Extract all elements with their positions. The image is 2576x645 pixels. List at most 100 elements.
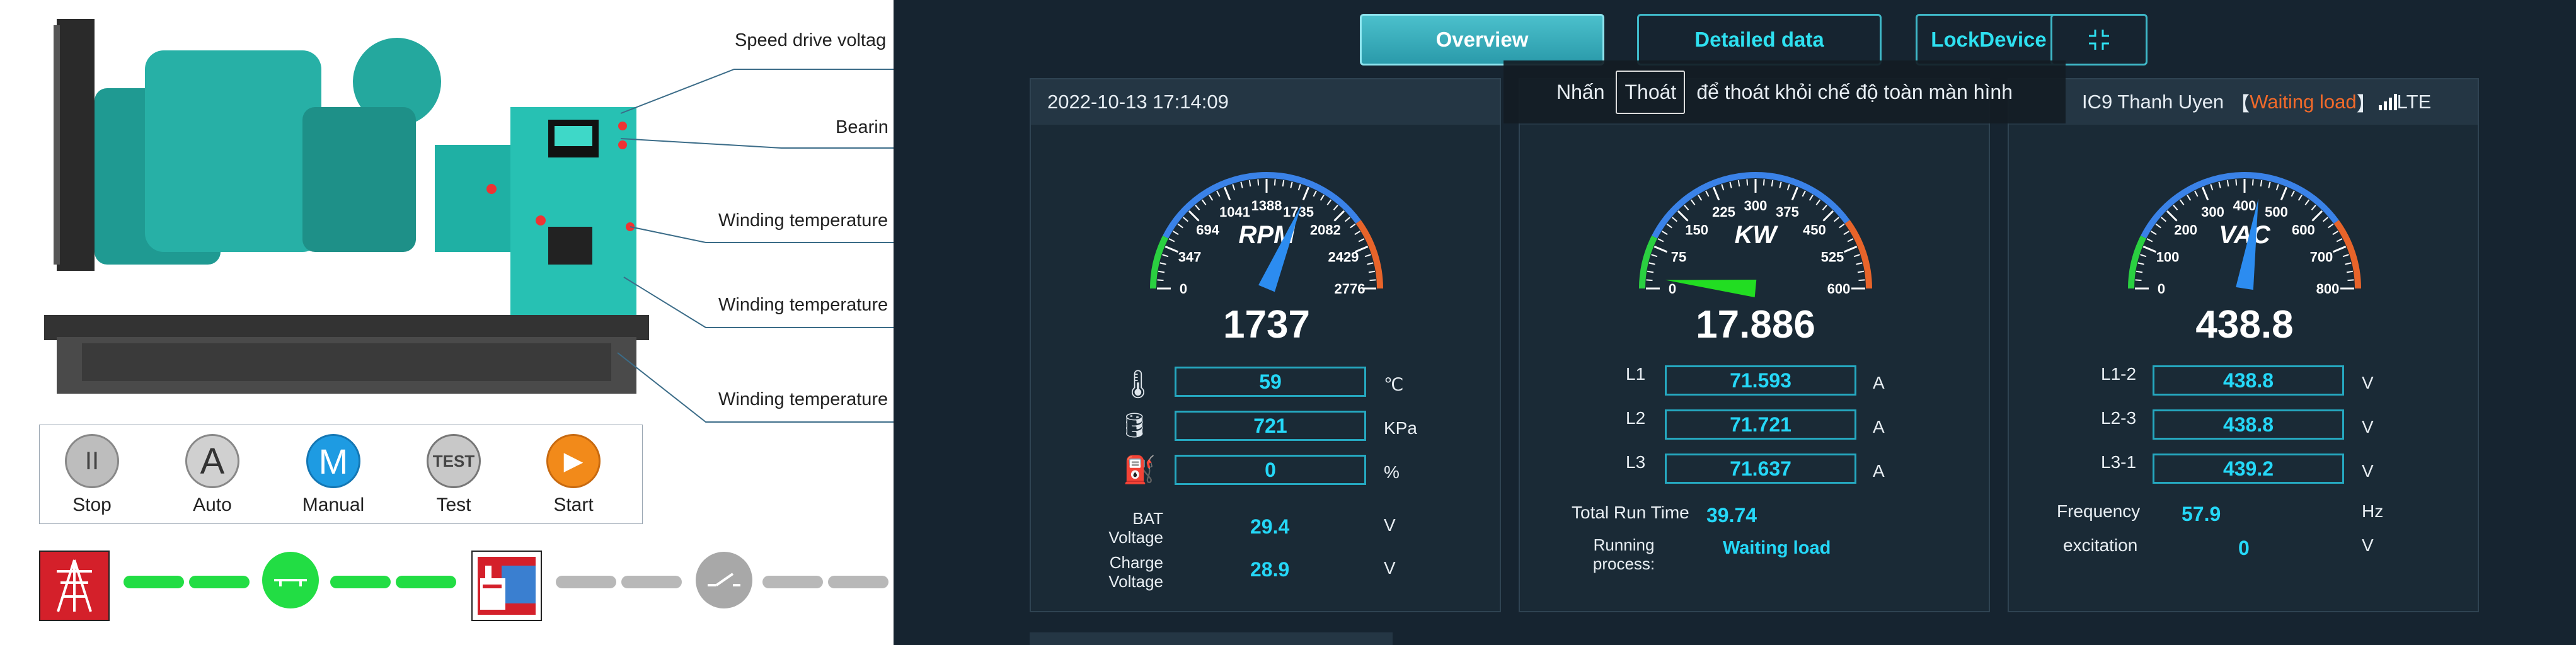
gauge-tick [2332,246,2347,253]
gauge-tick [1216,190,1221,197]
bottom-panel-edge [1030,632,1393,645]
running-label-line1: Running [1593,535,1655,554]
gauge-tick [2311,205,2316,210]
gauge-tick-label: 75 [1671,249,1686,265]
current-l3-unit: A [1873,461,1885,481]
gauge-tick [1162,254,1169,258]
fuel-icon: ⛽ [1123,455,1156,484]
running-process-value: Waiting load [1723,538,1831,558]
factory-icon [471,551,542,621]
gauge-tick [1364,254,1371,258]
gauge-tick [1822,210,1834,222]
pause-icon: II [65,434,119,488]
label-winding-temperature-1: Winding temperature [718,210,888,231]
bat-label-line1: BAT [1132,509,1163,528]
oil-pressure-icon: 🛢 [1119,413,1150,439]
manual-button[interactable]: M Manual [286,434,381,516]
gauge-tick [1358,238,1365,243]
coolant-temp-unit: ℃ [1384,375,1404,394]
gauge-tick [1802,190,1806,197]
voltage-l31-unit: V [2362,461,2374,481]
rpm-gauge: 0347694104113881735208224292776RPM1737 [1150,172,1383,346]
gauge-tick [1201,199,1207,205]
play-icon: ▶ [546,434,601,488]
voltage-l12-value: 438.8 [2153,365,2344,396]
auto-icon: A [185,434,239,488]
gauge-tick [2336,238,2343,243]
site-name: IC9 Thanh Uyen [2082,91,2224,113]
label-speed-drive-voltage: Speed drive voltag [735,30,887,50]
gen-line-segment [762,576,823,588]
gauge-tick [1657,238,1664,243]
gauge-tick [1713,186,1720,201]
gauge-tick-label: 600 [2292,222,2315,238]
voltage-l23-unit: V [2362,417,2374,437]
gauge-tick [1651,254,1658,258]
tab-overview[interactable]: Overview [1360,14,1604,66]
gauge-tick [1843,246,1858,253]
start-button[interactable]: ▶ Start [526,434,621,516]
gauge-tick [1737,180,1740,187]
gauge-tick [1240,181,1243,188]
auto-button[interactable]: A Auto [165,434,260,516]
gauge-tick [1839,223,1845,229]
voltage-l12-unit: V [2362,373,2374,392]
gauge-tick [2332,231,2338,236]
bat-voltage-unit: V [1384,515,1396,535]
exit-fullscreen-button[interactable] [2050,14,2148,66]
gauge-tick-label: 694 [1196,222,1219,238]
grid-line-segment [330,576,391,588]
current-l3-label: L3 [1626,452,1646,472]
gauge-tick [2137,262,2144,265]
gauge-tick [2346,270,2354,273]
gauge-tick [2275,184,2279,191]
gauge-tick [1856,262,1863,265]
gauge-tick [1698,195,1703,201]
gauge-tick-label: 400 [2233,198,2257,214]
gauge-tick [1302,186,1309,201]
gauge-tick [2136,270,2143,273]
gauge-tick [1684,205,1689,210]
gauge-tick [1677,210,1689,222]
gauge-tick [2297,195,2303,201]
gauge-tick [1721,184,1725,191]
gauge-tick [1290,181,1293,188]
charge-voltage-label: Charge Voltage [1069,553,1163,591]
grid-line-segment [189,576,250,588]
gauge-tick [2161,217,2166,222]
current-l2-unit: A [1873,417,1885,437]
gauge-tick-label: 600 [1827,281,1851,297]
charge-voltage-value: 28.9 [1250,558,1290,581]
gauge-value: 438.8 [2195,303,2293,346]
charge-voltage-unit: V [1384,558,1396,578]
fuel-level-value: 0 [1175,455,1366,485]
gen-line-segment [828,576,888,588]
charge-label-line1: Charge [1109,553,1163,572]
manual-icon: M [306,434,360,488]
gauge-tick [2155,223,2161,229]
excitation-unit: V [2362,535,2374,555]
gauge-tick [1857,270,1865,273]
gauge-tick [2260,180,2263,187]
gauge-tick [1177,223,1183,229]
gauge-tick [2210,184,2214,191]
gauge-tick [2291,190,2295,197]
gauge-tick [1333,210,1345,222]
timestamp: 2022-10-13 17:14:09 [1031,79,1500,125]
gauge-tick-label: 800 [2316,281,2340,297]
kw-gauge: 0 75 150225 300 375450 525 600 KW 17.886 [1639,172,1872,346]
gauge-tick [1195,205,1200,210]
gauge-tick [1173,231,1179,236]
gauge-tick [1662,231,1668,236]
gauge-tick-label: 150 [1685,222,1708,238]
lock-device-button[interactable]: LockDevice [1916,14,2062,66]
gauge-zone-green [1639,236,1658,289]
gauge-tick-label: 300 [1744,198,1768,214]
current-l2-value: 71.721 [1665,409,1856,440]
gauge-tick-label: 375 [1776,204,1799,220]
tab-detailed-data[interactable]: Detailed data [1637,14,1882,66]
gauge-tick [2226,180,2229,187]
test-button[interactable]: TEST Test [406,434,501,516]
stop-button[interactable]: II Stop [45,434,139,516]
grid-line-segment [396,576,456,588]
